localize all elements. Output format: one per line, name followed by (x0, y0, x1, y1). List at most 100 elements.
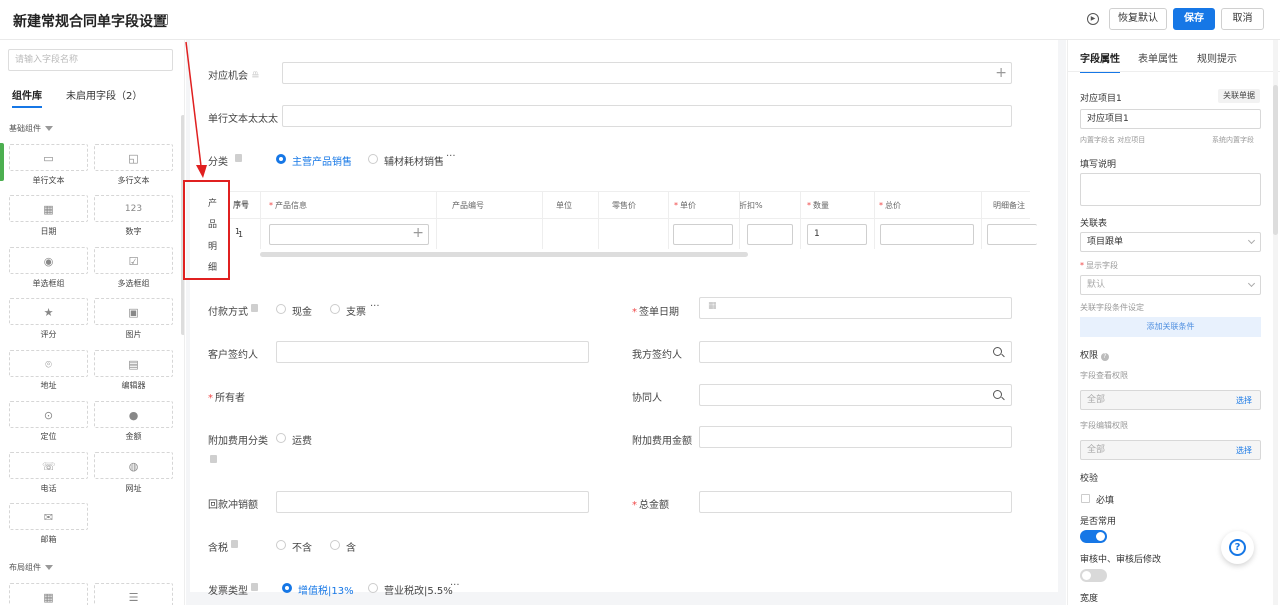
payment-option-cash[interactable]: 现金 (292, 303, 312, 318)
layout-components-section[interactable]: 布局组件 (9, 562, 53, 573)
component-editor[interactable]: ▤ (94, 350, 173, 377)
tax-option-excluded[interactable]: 不含 (292, 539, 312, 554)
component-date[interactable]: ▦ (9, 195, 88, 222)
field-search-input[interactable]: 请输入字段名称 (8, 49, 173, 71)
category-option-main[interactable]: 主营产品销售 (292, 153, 352, 168)
radio[interactable] (276, 433, 286, 443)
choose-link[interactable]: 选择 (1236, 391, 1252, 411)
payment-option-cheque[interactable]: 支票 (346, 303, 366, 318)
plus-icon[interactable]: + (995, 65, 1007, 81)
component-multi-line-text[interactable]: ◱ (94, 144, 173, 171)
invoice-option-vat[interactable]: 增值税|13% (298, 582, 354, 597)
component-address[interactable]: ⌾ (9, 350, 88, 377)
save-button[interactable]: 保存 (1173, 8, 1215, 30)
divider-icon: ☰ (128, 591, 139, 604)
field-label: 含税 (208, 543, 228, 554)
restore-default-button[interactable]: 恢复默认 (1109, 8, 1167, 30)
component-image[interactable]: ▣ (94, 298, 173, 325)
calendar-icon: ▦ (43, 203, 54, 216)
basic-components-section[interactable]: 基础组件 (9, 123, 53, 134)
linked-table-select[interactable]: 项目跟单 (1080, 232, 1261, 252)
component-number[interactable]: 123 (94, 195, 173, 222)
component-rating[interactable]: ★ (9, 298, 88, 325)
column-divider (542, 191, 543, 249)
our-signer-input[interactable] (699, 341, 1012, 363)
field-name-input[interactable]: 对应项目1 (1080, 109, 1261, 129)
component-label: 单选框组 (32, 279, 65, 288)
collapse-triangle-icon (45, 565, 53, 570)
radio[interactable] (330, 304, 340, 314)
layout-icon[interactable] (156, 14, 168, 25)
header-text: 产品信息 (275, 201, 307, 210)
table-horizontal-scrollbar[interactable] (260, 252, 748, 257)
search-icon[interactable] (993, 390, 1002, 399)
fill-note-textarea[interactable] (1080, 173, 1261, 206)
component-divider[interactable]: ☰ (94, 583, 173, 605)
component-radio-group[interactable]: ◉ (9, 247, 88, 274)
unit-price-input[interactable] (673, 224, 733, 245)
category-option-aux[interactable]: 辅材耗材销售 (384, 153, 444, 168)
radio[interactable] (368, 154, 378, 164)
sign-date-input[interactable]: ▦ (699, 297, 1012, 319)
radio[interactable] (330, 540, 340, 550)
component-phone[interactable]: ☏ (9, 452, 88, 479)
search-icon[interactable] (993, 347, 1002, 356)
choose-link[interactable]: 选择 (1236, 441, 1252, 461)
plus-icon[interactable]: + (412, 225, 424, 241)
location-pin-icon: ⌾ (45, 358, 52, 371)
component-checkbox-group[interactable]: ☑ (94, 247, 173, 274)
component-email[interactable]: ✉ (9, 503, 88, 530)
tab-component-library[interactable]: 组件库 (12, 87, 42, 108)
total-price-input[interactable] (880, 224, 974, 245)
display-field-select[interactable]: 默认 (1080, 275, 1261, 295)
collaborator-input[interactable] (699, 384, 1012, 406)
customer-signer-input[interactable] (276, 341, 589, 363)
radio[interactable] (276, 540, 286, 550)
single-text-input[interactable] (282, 105, 1012, 127)
component-positioning[interactable]: ⊙ (9, 401, 88, 428)
more-icon[interactable]: ··· (450, 580, 460, 591)
help-button[interactable]: ? (1221, 531, 1254, 564)
table-header-cell: 序号 (233, 200, 249, 209)
component-table[interactable]: ▦ (9, 583, 88, 605)
more-icon[interactable]: ··· (370, 301, 380, 312)
radio-selected[interactable] (276, 154, 286, 164)
review-edit-toggle[interactable] (1080, 569, 1107, 582)
collapse-triangle-icon (45, 126, 53, 131)
component-url[interactable]: ◍ (94, 452, 173, 479)
radio[interactable] (368, 583, 378, 593)
label-text: 权限 (1080, 351, 1099, 361)
component-label: 评分 (40, 330, 57, 339)
cancel-button[interactable]: 取消 (1221, 8, 1264, 30)
quantity-input[interactable]: 1 (807, 224, 867, 245)
invoice-option-business-tax[interactable]: 营业税改|5.5% (384, 582, 453, 597)
extra-fee-amount-input[interactable] (699, 426, 1012, 448)
link-form-button[interactable]: 关联单据 (1218, 89, 1260, 103)
refund-offset-input[interactable] (276, 491, 589, 513)
scroll-thumb[interactable] (1273, 85, 1278, 235)
select-value: 默认 (1087, 280, 1106, 290)
total-amount-input[interactable] (699, 491, 1012, 513)
tab-rule-hints[interactable]: 规则提示 (1197, 50, 1237, 65)
component-single-line-text[interactable]: ▭ (9, 144, 88, 171)
right-scrollbar[interactable] (1273, 40, 1278, 605)
tab-form-properties[interactable]: 表单属性 (1138, 50, 1178, 65)
preview-icon[interactable]: ▶ (1087, 13, 1099, 25)
remark-input[interactable] (987, 224, 1037, 245)
radio-selected[interactable] (282, 583, 292, 593)
add-condition-button[interactable]: 添加关联条件 (1080, 317, 1261, 337)
component-amount[interactable]: ● (94, 401, 173, 428)
tax-option-included[interactable]: 含 (346, 539, 356, 554)
required-checkbox[interactable] (1081, 494, 1090, 503)
tab-field-properties[interactable]: 字段属性 (1080, 50, 1120, 73)
common-toggle[interactable] (1080, 530, 1107, 543)
tab-unused-fields[interactable]: 未启用字段（2） (66, 87, 142, 102)
radio[interactable] (276, 304, 286, 314)
validate-label: 校验 (1080, 474, 1099, 484)
help-icon[interactable]: ? (1100, 353, 1109, 361)
more-icon[interactable]: ··· (446, 151, 456, 162)
discount-input[interactable] (747, 224, 793, 245)
product-info-input[interactable]: + (269, 224, 429, 245)
extra-fee-option-freight[interactable]: 运费 (292, 432, 312, 447)
opportunity-input[interactable]: + (282, 62, 1012, 84)
